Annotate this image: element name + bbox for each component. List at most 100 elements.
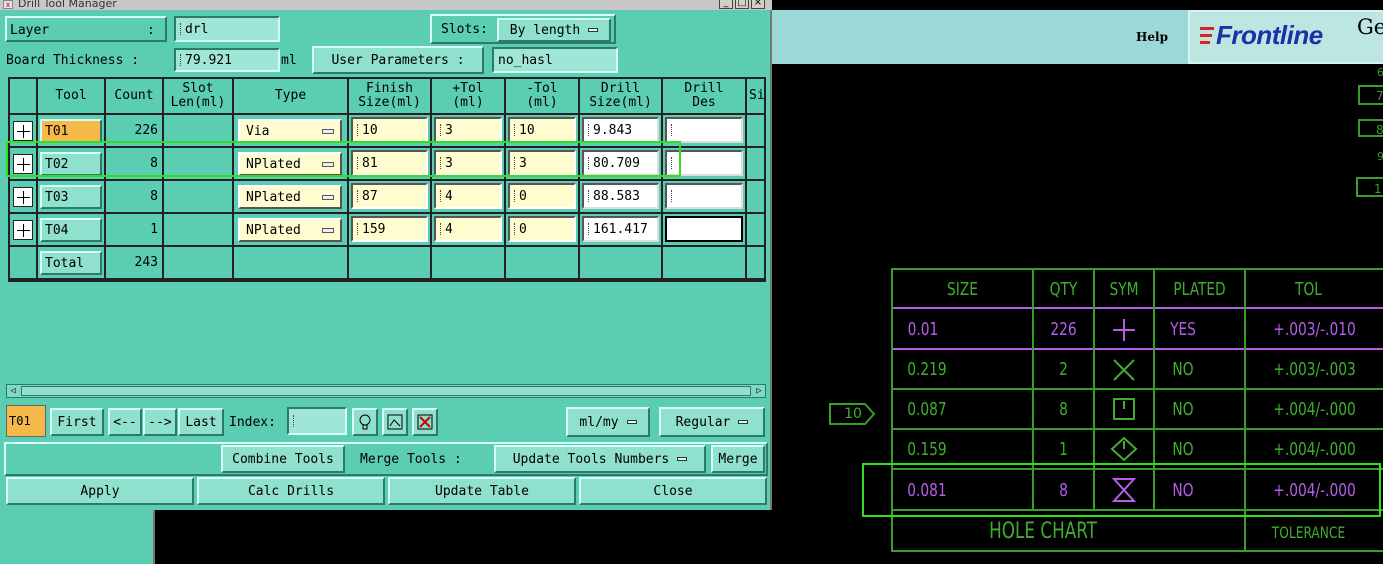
last-button[interactable]: Last <box>178 408 224 436</box>
combine-tools-button[interactable]: Combine Tools <box>221 445 345 473</box>
units-dropdown[interactable]: ml/my <box>566 407 650 437</box>
apply-button[interactable]: Apply <box>6 477 194 505</box>
type-dropdown[interactable]: NPlated <box>238 185 342 209</box>
drill-size-input[interactable]: 88.583 <box>582 183 659 209</box>
expand-row-icon[interactable] <box>13 220 33 240</box>
finish-size-input[interactable]: 87 <box>351 183 428 209</box>
total-empty-cell <box>663 247 747 280</box>
type-value: NPlated <box>246 222 301 238</box>
mode-dropdown[interactable]: Regular <box>659 407 765 437</box>
minus-tol-input[interactable]: 10 <box>508 117 576 143</box>
chart-row-size: 0.087 <box>907 398 947 420</box>
drill-des-cell <box>663 181 747 214</box>
plus-tol-input[interactable]: 4 <box>434 183 502 209</box>
minimize-icon[interactable]: _ <box>719 0 733 9</box>
table-header-si: Si <box>747 79 766 115</box>
table-header-count: Count <box>106 79 164 115</box>
tool-button[interactable]: T01 <box>40 119 102 143</box>
finish-size-input[interactable]: 159 <box>351 216 428 242</box>
type-value: Via <box>246 123 270 139</box>
bulb-icon[interactable] <box>352 408 378 436</box>
index-label: Index: <box>229 414 276 430</box>
drill-size-input[interactable]: 161.417 <box>582 216 659 242</box>
image-icon[interactable] <box>382 408 408 436</box>
drill-des-input-focused[interactable] <box>665 216 743 242</box>
total-empty-cell <box>234 247 349 280</box>
plus-tol-value: 3 <box>445 122 453 138</box>
total-empty-cell <box>432 247 506 280</box>
user-parameters-button[interactable]: User Parameters : <box>312 46 484 74</box>
slot-len-cell <box>164 181 234 214</box>
first-button[interactable]: First <box>50 408 104 436</box>
frontline-mark-icon <box>1200 27 1214 44</box>
chart-row-plated: NO <box>1172 438 1194 460</box>
delete-icon[interactable] <box>412 408 438 436</box>
mode-value: Regular <box>675 414 731 430</box>
merge-button[interactable]: Merge <box>711 445 765 473</box>
close-icon[interactable]: × <box>751 0 765 9</box>
scroll-right-icon[interactable]: ▷ <box>753 385 765 397</box>
chart-row-qty: 226 <box>1050 318 1077 340</box>
drill-size-input[interactable]: 9.843 <box>582 117 659 143</box>
layer-value: drl <box>185 21 209 37</box>
type-cell: NPlated <box>234 214 349 247</box>
logo-text: Frontline <box>1216 20 1323 50</box>
plus-tol-cell: 4 <box>432 181 506 214</box>
svg-text:8: 8 <box>1376 123 1383 137</box>
update-table-button[interactable]: Update Table <box>388 477 576 505</box>
drill-tool-manager-window: x Drill Tool Manager _ □ × Layer : drl S… <box>0 0 772 510</box>
finish-size-input[interactable]: 10 <box>351 117 428 143</box>
drill-des-input[interactable] <box>665 183 743 209</box>
expand-row-icon[interactable] <box>13 121 33 141</box>
layer-label: Layer <box>10 22 50 38</box>
minus-tol-cell: 0 <box>506 214 580 247</box>
table-header-slot-len: Slot Len(ml) <box>164 79 234 115</box>
next-button[interactable]: --> <box>143 408 177 436</box>
chevron-down-icon <box>322 194 334 200</box>
drill-size-cell: 88.583 <box>580 181 663 214</box>
chart-row-tol: +.003/-.010 <box>1273 318 1356 340</box>
table-header-blank <box>10 79 38 115</box>
scrollbar-thumb[interactable] <box>21 386 751 396</box>
plus-tol-input[interactable]: 3 <box>434 117 502 143</box>
chart-header-size: SIZE <box>947 278 978 300</box>
total-empty-cell <box>580 247 663 280</box>
layer-colon: : <box>147 22 155 38</box>
row-expander-cell <box>10 214 38 247</box>
expand-row-icon[interactable] <box>13 187 33 207</box>
svg-text:9: 9 <box>1377 150 1383 163</box>
maximize-icon[interactable]: □ <box>735 0 749 9</box>
previous-button[interactable]: <-- <box>108 408 142 436</box>
index-input[interactable] <box>287 407 347 435</box>
type-dropdown[interactable]: NPlated <box>238 218 342 242</box>
slots-dropdown[interactable]: By length <box>497 18 611 42</box>
chart-row-size: 0.219 <box>907 358 947 380</box>
tool-button[interactable]: T03 <box>40 185 102 209</box>
chevron-down-icon <box>322 128 334 134</box>
type-dropdown[interactable]: Via <box>238 119 342 143</box>
window-title: Drill Tool Manager <box>18 0 117 10</box>
square-mark-symbol-icon <box>1113 398 1135 420</box>
layer-input[interactable]: drl <box>174 16 280 42</box>
chart-footer-tolerance: TOLERANCE <box>1271 522 1346 542</box>
minus-tol-input[interactable]: 0 <box>508 216 576 242</box>
plus-tol-value: 4 <box>445 188 453 204</box>
chart-footer-title: HOLE CHART <box>989 518 1097 544</box>
board-thickness-input[interactable]: 79.921 <box>174 48 280 72</box>
scroll-left-icon[interactable]: ◁ <box>7 385 19 397</box>
chart-row-plated: YES <box>1170 318 1196 340</box>
window-menu-icon[interactable]: x <box>3 0 13 9</box>
svg-text:1: 1 <box>1374 182 1382 196</box>
table-header-tool: Tool <box>38 79 106 115</box>
chart-row-qty: 2 <box>1059 358 1068 380</box>
help-button[interactable]: Help <box>1117 12 1187 62</box>
plus-tol-input[interactable]: 4 <box>434 216 502 242</box>
horizontal-scrollbar[interactable]: ◁ ▷ <box>6 384 766 398</box>
merge-tools-dropdown[interactable]: Update Tools Numbers <box>494 445 706 473</box>
tool-button[interactable]: T04 <box>40 218 102 242</box>
close-button[interactable]: Close <box>579 477 767 505</box>
minus-tol-input[interactable]: 0 <box>508 183 576 209</box>
drill-des-input[interactable] <box>665 117 743 143</box>
slots-label: Slots: <box>441 21 488 37</box>
calc-drills-button[interactable]: Calc Drills <box>197 477 385 505</box>
